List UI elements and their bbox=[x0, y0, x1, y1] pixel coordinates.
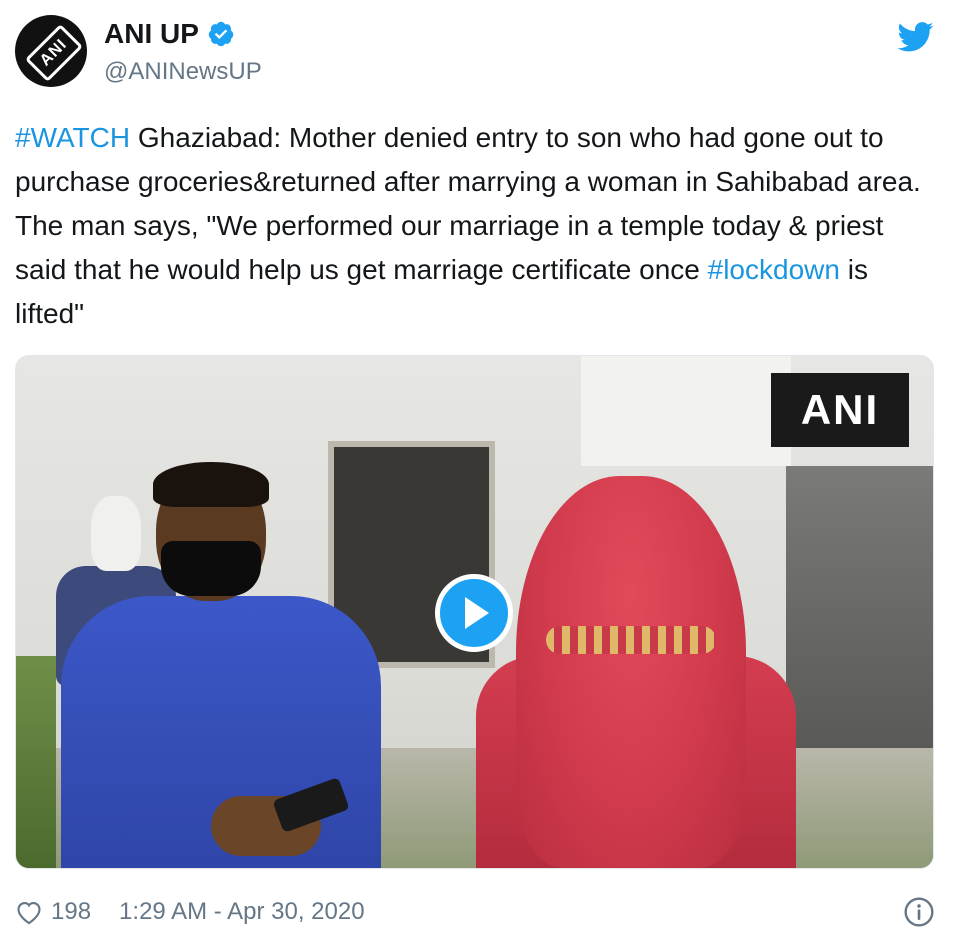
play-icon bbox=[465, 597, 489, 629]
twitter-bird-icon[interactable] bbox=[898, 22, 934, 52]
verified-icon bbox=[208, 21, 234, 47]
author-handle[interactable]: @ANINewsUP bbox=[104, 58, 262, 86]
watermark-text: ANI bbox=[800, 386, 880, 433]
hashtag-link-lockdown[interactable]: #lockdown bbox=[708, 254, 840, 285]
tweet-timestamp[interactable]: 1:29 AM - Apr 30, 2020 bbox=[119, 898, 365, 926]
heart-icon bbox=[17, 901, 41, 925]
tweet-footer: 198 1:29 AM - Apr 30, 2020 bbox=[15, 892, 935, 932]
author-name-row[interactable]: ANI UP bbox=[104, 18, 235, 50]
groom-figure bbox=[61, 462, 381, 868]
avatar-logo-text: ANI bbox=[36, 35, 71, 70]
avatar[interactable]: ANI bbox=[15, 15, 87, 87]
ani-watermark: ANI bbox=[771, 373, 909, 447]
info-icon[interactable] bbox=[903, 896, 935, 928]
display-name[interactable]: ANI UP bbox=[104, 18, 199, 50]
like-button[interactable]: 198 bbox=[15, 898, 91, 926]
play-button[interactable] bbox=[435, 574, 513, 652]
video-player[interactable]: ANI bbox=[15, 355, 934, 869]
tweet-text: #WATCH Ghaziabad: Mother denied entry to… bbox=[15, 116, 935, 336]
bride-figure bbox=[456, 476, 816, 868]
like-count: 198 bbox=[51, 898, 92, 925]
hashtag-link-watch[interactable]: #WATCH bbox=[15, 122, 130, 153]
ani-logo-icon: ANI bbox=[25, 24, 83, 82]
